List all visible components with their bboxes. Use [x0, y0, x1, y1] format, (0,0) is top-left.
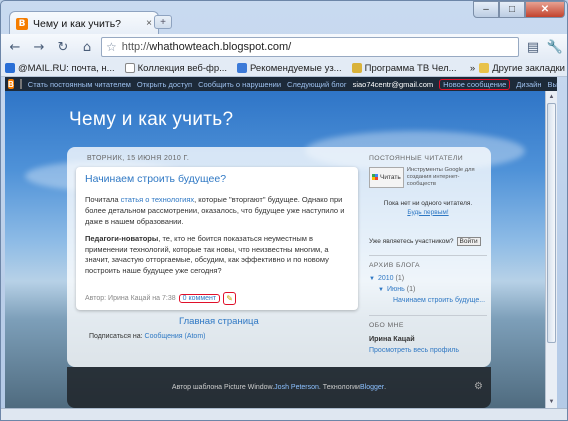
view-profile-link[interactable]: Просмотреть весь профиль	[369, 347, 487, 354]
sidebar: ПОСТОЯННЫЕ ЧИТАТЕЛИ Читать Инструменты G…	[369, 155, 487, 354]
be-first-link[interactable]: Будь первым!	[407, 209, 448, 216]
home-icon[interactable]: ⌂	[77, 37, 97, 57]
gfc-description: Инструменты Google для создания интернет…	[406, 167, 475, 187]
no-followers: Пока нет ни одного читателя. Будь первым…	[383, 199, 473, 216]
home-page-link[interactable]: Главная страница	[179, 316, 259, 327]
wrench-menu-icon[interactable]: 🔧	[545, 37, 565, 57]
logout-link[interactable]: Вы	[548, 80, 557, 89]
member-question: Уже являетесь участником? Войти	[369, 237, 487, 247]
bookmarks-overflow-icon[interactable]: »	[470, 63, 475, 74]
attribution-footer: Автор шаблона Picture Window. Josh Peter…	[67, 367, 491, 408]
address-bar[interactable]: ☆ http://whathowteach.blogspot.com/	[101, 37, 519, 57]
archive-year[interactable]: ▼ 2010 (1)	[369, 274, 487, 285]
blogger-navbar: B Стать постоянным читателем Открыть дос…	[5, 77, 557, 91]
follow-button[interactable]: Читать	[369, 167, 404, 188]
browser-window: B Чему и как учить? × + – □ ✕ ← → ↻ ⌂ ☆ …	[0, 0, 568, 421]
vertical-scrollbar[interactable]: ▲ ▼	[545, 91, 557, 408]
back-arrow-icon[interactable]: ←	[5, 37, 25, 57]
about-heading: ОБО МНЕ	[369, 321, 404, 329]
reload-icon[interactable]: ↻	[53, 37, 73, 57]
share-link[interactable]: Открыть доступ	[137, 80, 192, 89]
atom-feed-link[interactable]: Сообщения (Atom)	[145, 333, 206, 340]
post-title[interactable]: Начинаем строить будущее?	[85, 173, 349, 185]
new-post-link[interactable]: Новое сообщение	[439, 78, 511, 90]
subscribe-line: Подписаться на: Сообщения (Atom)	[89, 333, 206, 340]
archive-heading: АРХИВ БЛОГА	[369, 262, 420, 270]
new-tab-button[interactable]: +	[154, 15, 172, 29]
design-link[interactable]: Дизайн	[516, 80, 541, 89]
window-controls: – □ ✕	[473, 1, 565, 18]
post-footer: Автор: Ирина Кацай на 7:38 0 коммент ✎	[85, 292, 237, 305]
blogger-favicon-icon: B	[16, 17, 28, 30]
scroll-up-icon[interactable]: ▲	[547, 92, 556, 102]
bookmark-item[interactable]: Программа ТВ Чел...	[351, 63, 457, 74]
template-author-link[interactable]: Josh Peterson	[274, 384, 319, 391]
article-link[interactable]: статья о технологиях	[121, 195, 194, 204]
follow-widget: Читать Инструменты Google для создания и…	[369, 167, 487, 188]
tab-title: Чему и как учить?	[33, 17, 122, 30]
blog-title[interactable]: Чему и как учить?	[69, 109, 233, 131]
blog-archive: ▼ 2010 (1) ▼ Июнь (1) Начинаем строить буд…	[369, 274, 487, 307]
comments-link[interactable]: 0 коммент	[178, 294, 221, 303]
page-icon	[124, 63, 135, 73]
bookmark-item[interactable]: Рекомендуемые уз...	[237, 63, 342, 74]
post-paragraph: Педагоги-новаторы, те, кто не боится пок…	[85, 233, 329, 276]
folder-icon	[479, 63, 490, 73]
bookmarks-bar: @MAIL.RU: почта, н... Коллекция веб-фр..…	[1, 60, 567, 77]
date-header: ВТОРНИК, 15 ИЮНЯ 2010 Г.	[87, 155, 190, 162]
user-email: siao74centr@gmail.com	[352, 79, 434, 89]
divider	[369, 255, 487, 257]
tab-close-icon[interactable]: ×	[146, 18, 152, 29]
archive-month[interactable]: ▼ Июнь (1)	[369, 285, 487, 296]
maximize-button[interactable]: □	[499, 1, 525, 18]
browser-toolbar: ← → ↻ ⌂ ☆ http://whathowteach.blogspot.c…	[1, 34, 567, 60]
blog-post: Начинаем строить будущее? Почитала стать…	[76, 167, 358, 310]
blog-page: Чему и как учить? ВТОРНИК, 15 ИЮНЯ 2010 …	[5, 91, 557, 408]
content-panel: ВТОРНИК, 15 ИЮНЯ 2010 Г. Начинаем строит…	[67, 147, 491, 367]
forward-arrow-icon[interactable]: →	[29, 37, 49, 57]
bookmark-item[interactable]: @MAIL.RU: почта, н...	[5, 63, 115, 74]
url-text: http://whathowteach.blogspot.com/	[121, 41, 292, 53]
window-bottom-frame	[1, 408, 567, 420]
mailru-icon	[5, 63, 15, 73]
scroll-down-icon[interactable]: ▼	[547, 397, 556, 407]
bookmark-item[interactable]: Коллекция веб-фр...	[124, 63, 227, 74]
minimize-button[interactable]: –	[473, 1, 499, 18]
login-button[interactable]: Войти	[456, 237, 481, 247]
close-window-button[interactable]: ✕	[525, 1, 565, 18]
bookmark-star-icon[interactable]: ☆	[106, 40, 117, 54]
post-body: Почитала статья о технологиях, которые "…	[85, 195, 349, 277]
layout-gear-icon[interactable]: ⚙	[474, 381, 483, 392]
tv-program-icon	[351, 63, 362, 73]
divider	[369, 314, 487, 316]
author-name: Ирина Кацай	[369, 333, 415, 343]
navbar-search-input[interactable]	[19, 79, 22, 89]
google-icon	[372, 174, 378, 181]
expanded-triangle-icon[interactable]: ▼	[369, 275, 378, 284]
expanded-triangle-icon[interactable]: ▼	[378, 286, 387, 295]
follow-link[interactable]: Стать постоянным читателем	[28, 80, 131, 89]
tab-active[interactable]: B Чему и как учить? ×	[9, 11, 159, 35]
edit-pencil-icon[interactable]: ✎	[223, 292, 237, 305]
other-bookmarks[interactable]: Другие закладки	[479, 63, 565, 74]
page-menu-icon[interactable]: ▤	[523, 37, 543, 57]
next-blog-link[interactable]: Следующий блог	[287, 80, 347, 89]
post-paragraph: Почитала статья о технологиях, которые "…	[85, 195, 345, 226]
windows-live-icon	[237, 63, 248, 73]
blogger-link[interactable]: Blogger	[360, 384, 384, 391]
post-author: Автор: Ирина Кацай на 7:38	[85, 295, 176, 302]
blogger-logo-icon[interactable]: B	[8, 79, 14, 89]
report-abuse-link[interactable]: Сообщить о нарушении	[198, 80, 281, 89]
tab-strip: B Чему и как учить? × + – □ ✕	[1, 1, 567, 35]
scrollbar-thumb[interactable]	[547, 103, 556, 343]
followers-heading: ПОСТОЯННЫЕ ЧИТАТЕЛИ	[369, 155, 463, 162]
archive-post-link[interactable]: Начинаем строить будуще...	[369, 296, 487, 307]
